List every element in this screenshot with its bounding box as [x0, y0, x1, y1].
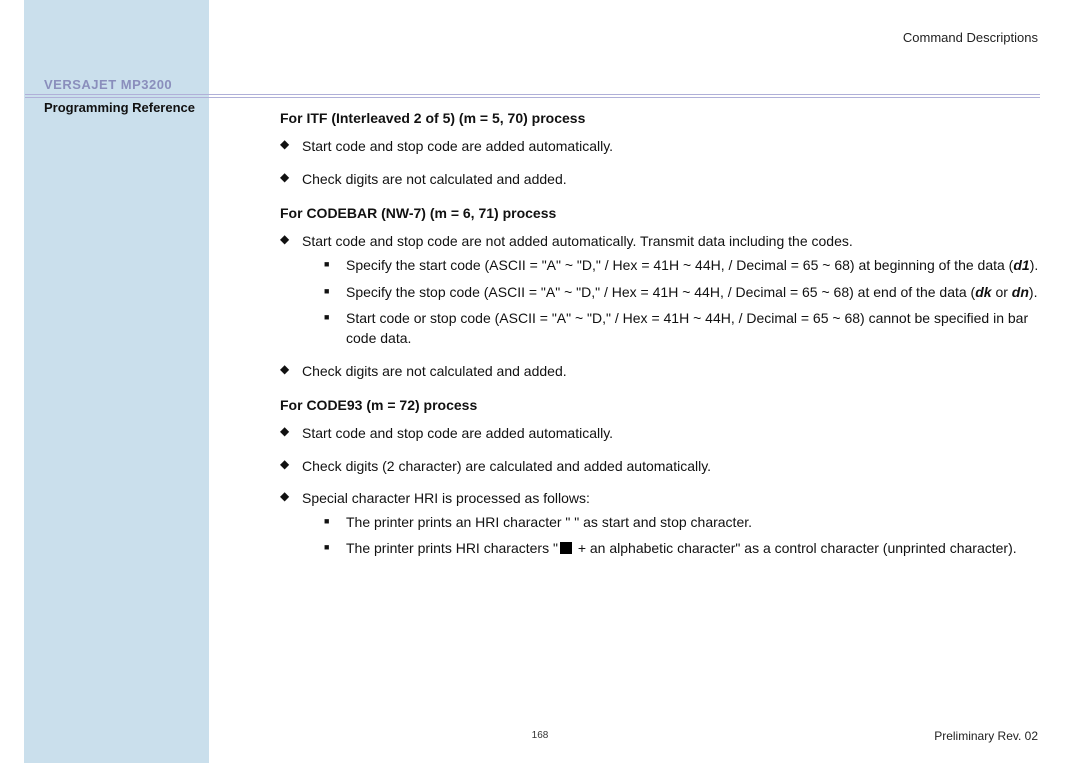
list-item: Specify the stop code (ASCII = "A" ~ "D,…	[324, 282, 1050, 302]
section-heading-codebar: For CODEBAR (NW-7) (m = 6, 71) process	[280, 203, 1050, 223]
list-codebar: Start code and stop code are not added a…	[280, 231, 1050, 381]
black-square-icon	[560, 542, 572, 554]
list-item: Start code or stop code (ASCII = "A" ~ "…	[324, 308, 1050, 349]
text: Specify the stop code (ASCII = "A" ~ "D,…	[346, 284, 975, 300]
product-name: VERSAJET MP3200	[44, 77, 172, 92]
page-number: 168	[0, 730, 1080, 741]
emphasis: dn	[1012, 284, 1029, 300]
text: Start code and stop code are not added a…	[302, 233, 853, 249]
emphasis: d1	[1013, 257, 1029, 273]
list-item: The printer prints HRI characters " + an…	[324, 538, 1050, 558]
list-item: Specify the start code (ASCII = "A" ~ "D…	[324, 255, 1050, 275]
section-heading-code93: For CODE93 (m = 72) process	[280, 395, 1050, 415]
list-code93: Start code and stop code are added autom…	[280, 423, 1050, 558]
text: Special character HRI is processed as fo…	[302, 490, 590, 506]
sublist: The printer prints an HRI character " " …	[302, 512, 1050, 559]
list-item: Start code and stop code are added autom…	[280, 136, 1050, 156]
text: ).	[1030, 257, 1039, 273]
emphasis: dk	[975, 284, 991, 300]
list-item: Special character HRI is processed as fo…	[280, 488, 1050, 559]
footer-revision: Preliminary Rev. 02	[934, 729, 1038, 743]
list-item: The printer prints an HRI character " " …	[324, 512, 1050, 532]
text: The printer prints HRI characters "	[346, 540, 558, 556]
list-itf: Start code and stop code are added autom…	[280, 136, 1050, 189]
divider-top	[25, 94, 1040, 95]
list-item: Start code and stop code are added autom…	[280, 423, 1050, 443]
list-item: Check digits (2 character) are calculate…	[280, 456, 1050, 476]
content-body: For ITF (Interleaved 2 of 5) (m = 5, 70)…	[280, 108, 1050, 571]
list-item: Check digits are not calculated and adde…	[280, 361, 1050, 381]
page-root: Command Descriptions VERSAJET MP3200 Pro…	[0, 0, 1080, 763]
list-item: Check digits are not calculated and adde…	[280, 169, 1050, 189]
list-item: Start code and stop code are not added a…	[280, 231, 1050, 348]
divider-bottom	[25, 97, 1040, 98]
text: + an alphabetic character" as a control …	[574, 540, 1017, 556]
text: Specify the start code (ASCII = "A" ~ "D…	[346, 257, 1013, 273]
text: or	[992, 284, 1012, 300]
header-section-label: Command Descriptions	[903, 30, 1038, 45]
text: ).	[1029, 284, 1038, 300]
sublist: Specify the start code (ASCII = "A" ~ "D…	[302, 255, 1050, 348]
section-heading-itf: For ITF (Interleaved 2 of 5) (m = 5, 70)…	[280, 108, 1050, 128]
product-subtitle: Programming Reference	[44, 100, 195, 115]
